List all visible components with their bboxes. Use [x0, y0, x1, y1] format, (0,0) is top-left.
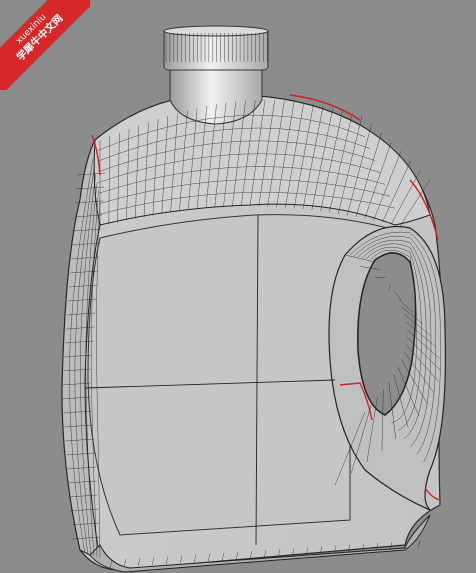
3d-viewport[interactable]: xuexiniu 学犀牛中文网 [0, 0, 476, 573]
cap-top [163, 25, 269, 37]
base-segment [417, 540, 421, 549]
bottle-model[interactable] [0, 0, 476, 573]
